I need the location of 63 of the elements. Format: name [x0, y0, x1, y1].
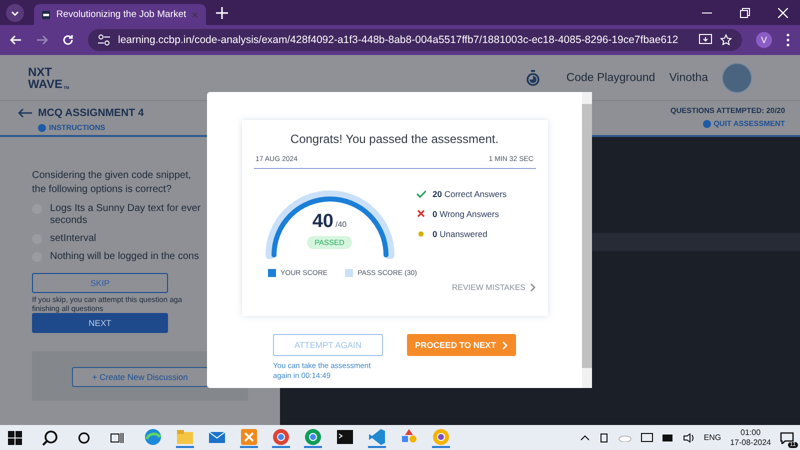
info-icon	[38, 124, 46, 132]
clock[interactable]: 01:00 17-08-2024	[730, 428, 771, 448]
stat-text: 0 Unanswered	[432, 229, 488, 239]
start-icon[interactable]	[8, 430, 22, 444]
option-label: Nothing will be logged in the cons	[50, 251, 199, 263]
option-label: setInterval	[50, 233, 96, 245]
browser-icon[interactable]	[432, 428, 450, 448]
chevron-right-icon	[502, 340, 508, 350]
back-arrow-icon[interactable]	[18, 108, 32, 118]
profile-avatar[interactable]: V	[756, 32, 772, 48]
circle-icon[interactable]	[78, 432, 90, 444]
new-tab-icon[interactable]	[216, 6, 228, 18]
notification-icon[interactable]	[780, 432, 794, 444]
install-app-icon[interactable]	[699, 34, 712, 46]
proceed-button[interactable]: PROCEED TO NEXT	[406, 334, 516, 356]
question-text: Considering the given code snippet, the following options is correct?	[32, 169, 192, 197]
battery-icon[interactable]	[662, 434, 674, 442]
forward-icon[interactable]	[36, 34, 48, 46]
chevron-up-icon[interactable]	[580, 434, 590, 440]
tablet-icon[interactable]	[598, 432, 609, 442]
folder-icon[interactable]	[176, 428, 194, 448]
browser-tab[interactable]: Revolutionizing the Job Market	[34, 4, 206, 25]
task-view-icon[interactable]	[110, 430, 124, 444]
user-name: Vinotha	[669, 72, 708, 84]
stat-text: 0 Wrong Answers	[432, 209, 499, 219]
more-menu-icon[interactable]	[786, 33, 790, 47]
reload-icon[interactable]	[62, 34, 74, 46]
edge-icon[interactable]	[144, 428, 162, 448]
logo-text: WAVE	[28, 78, 62, 90]
back-icon[interactable]	[10, 34, 22, 46]
tab-title: Revolutionizing the Job Market	[56, 9, 186, 20]
code-playground-link[interactable]: Code Playground	[566, 72, 656, 84]
address-field[interactable]: learning.ccbp.in/code-analysis/exam/428f4092-a1f3-448b-8ab8-004a5517ffb7/1881003c-ec18-4085-8296-19ce7fbae612	[88, 29, 742, 51]
app-icon[interactable]	[240, 428, 258, 448]
code-editor-icon[interactable]	[368, 428, 386, 448]
create-discussion-button[interactable]: + Create New Discussion	[72, 367, 208, 387]
close-icon[interactable]	[778, 8, 788, 18]
scrollbar-thumb[interactable]	[582, 104, 592, 368]
browser-icon[interactable]	[304, 428, 322, 448]
result-title: Congrats! You passed the assessment.	[289, 132, 500, 146]
stat-text: 20 Correct Answers	[432, 189, 507, 199]
score-value: 40	[312, 211, 334, 233]
check-icon	[416, 189, 426, 199]
review-mistakes-link[interactable]: REVIEW MISTAKES	[452, 283, 536, 292]
speaker-icon[interactable]	[682, 432, 695, 442]
chevron-right-icon	[530, 283, 536, 292]
bookmark-star-icon[interactable]	[720, 34, 732, 46]
logo-text: NXT	[28, 66, 53, 78]
cross-icon	[416, 209, 426, 219]
stopwatch-icon[interactable]	[526, 70, 540, 86]
score-total: /40	[336, 220, 347, 229]
restore-icon[interactable]	[740, 8, 750, 18]
dot-icon	[416, 229, 426, 239]
info-icon	[702, 120, 711, 128]
assignment-title: MCQ ASSIGNMENT 4	[38, 107, 144, 119]
option-label: Logs Its a Sunny Day text for ever seconds	[50, 203, 202, 227]
browser-icon[interactable]	[272, 428, 290, 448]
search-icon[interactable]	[42, 430, 58, 446]
next-button[interactable]: NEXT	[32, 313, 168, 333]
tab-list-icon[interactable]	[6, 4, 24, 22]
site-info-icon	[98, 34, 110, 46]
language-indicator[interactable]: ENG	[704, 433, 722, 442]
network-icon[interactable]	[640, 432, 653, 442]
